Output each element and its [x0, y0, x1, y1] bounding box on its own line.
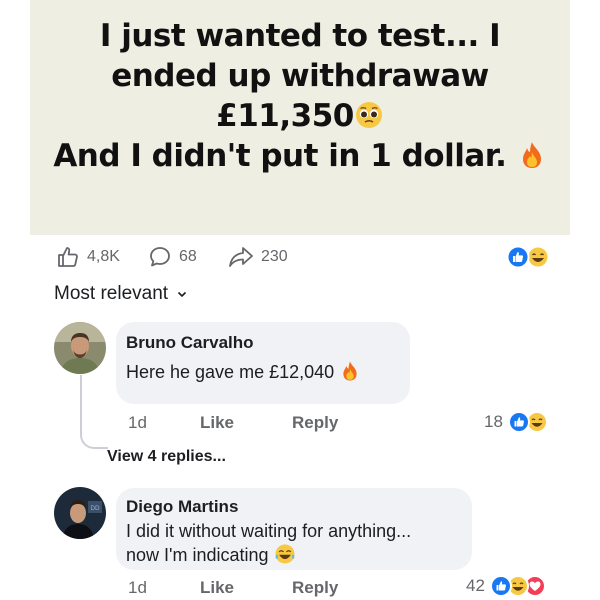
sort-dropdown[interactable]: Most relevant — [54, 283, 188, 305]
avatar-bruno-icon — [54, 322, 106, 374]
comment-text-content: Here he gave me £12,040 — [126, 362, 335, 382]
sort-label: Most relevant — [54, 283, 169, 304]
comment-count: 68 — [179, 248, 197, 265]
like-button[interactable]: Like — [200, 413, 234, 433]
post-line-4: And I didn't put in 1 dollar. — [30, 136, 570, 176]
view-replies-link[interactable]: View 4 replies... — [107, 448, 226, 466]
reply-button[interactable]: Reply — [292, 413, 338, 433]
pleading-face-icon — [355, 102, 382, 128]
chevron-down-icon — [177, 291, 187, 298]
post-line-3: £11,350 — [30, 96, 570, 136]
avatar-diego-icon: DD — [54, 487, 106, 539]
comment-text: Here he gave me £12,040 — [126, 360, 361, 384]
reactions-icon — [507, 411, 548, 433]
thumbs-up-icon — [58, 247, 78, 267]
comment-bubble[interactable]: Diego Martins I did it without waiting f… — [116, 488, 472, 570]
post-image: I just wanted to test... I ended up with… — [30, 0, 570, 235]
comment-reactions[interactable]: 42 — [466, 574, 549, 598]
avatar[interactable]: DD — [54, 487, 106, 539]
share-count: 230 — [261, 248, 288, 265]
comment-timestamp[interactable]: 1d — [128, 578, 147, 598]
laughing-tears-emoji-icon — [274, 544, 295, 564]
comment-count-button[interactable]: 68 — [148, 243, 197, 271]
like-button[interactable]: Like — [200, 578, 234, 598]
like-count-button[interactable]: 4,8K — [56, 243, 120, 271]
post-stats-bar: 4,8K 68 230 — [56, 243, 556, 271]
comment-author[interactable]: Bruno Carvalho — [126, 333, 254, 353]
comment-bubble[interactable]: Bruno Carvalho Here he gave me £12,040 — [116, 322, 410, 404]
post-image-text: I just wanted to test... I ended up with… — [30, 16, 570, 176]
avatar[interactable] — [54, 322, 106, 374]
comment-reactions[interactable]: 18 — [484, 410, 549, 434]
comment-timestamp[interactable]: 1d — [128, 413, 147, 433]
svg-text:DD: DD — [90, 505, 100, 512]
post-line-2: ended up withdrawaw — [111, 58, 489, 94]
reaction-count: 18 — [484, 412, 503, 431]
share-arrow-icon — [229, 247, 253, 267]
comment-text-line-2: now I'm indicating — [126, 543, 296, 567]
comment-bubble-icon — [150, 247, 170, 267]
like-count: 4,8K — [87, 248, 120, 265]
share-count-button[interactable]: 230 — [228, 243, 288, 271]
comment-text-line-1: I did it without waiting for anything... — [126, 521, 412, 541]
fire-icon — [522, 142, 541, 168]
reply-button[interactable]: Reply — [292, 578, 338, 598]
fire-icon — [343, 361, 357, 381]
reaction-count: 42 — [466, 576, 485, 595]
post-line-1: I just wanted to test... I — [99, 18, 501, 54]
comment-text-line-2-content: now I'm indicating — [126, 545, 269, 565]
post-reactions-icon[interactable] — [504, 245, 550, 269]
post-amount: £11,350 — [216, 98, 354, 134]
reply-thread-line — [80, 375, 108, 449]
post-line-4-text: And I didn't put in 1 dollar. — [53, 138, 507, 174]
reactions-icon — [489, 575, 546, 597]
comment-author[interactable]: Diego Martins — [126, 497, 238, 517]
